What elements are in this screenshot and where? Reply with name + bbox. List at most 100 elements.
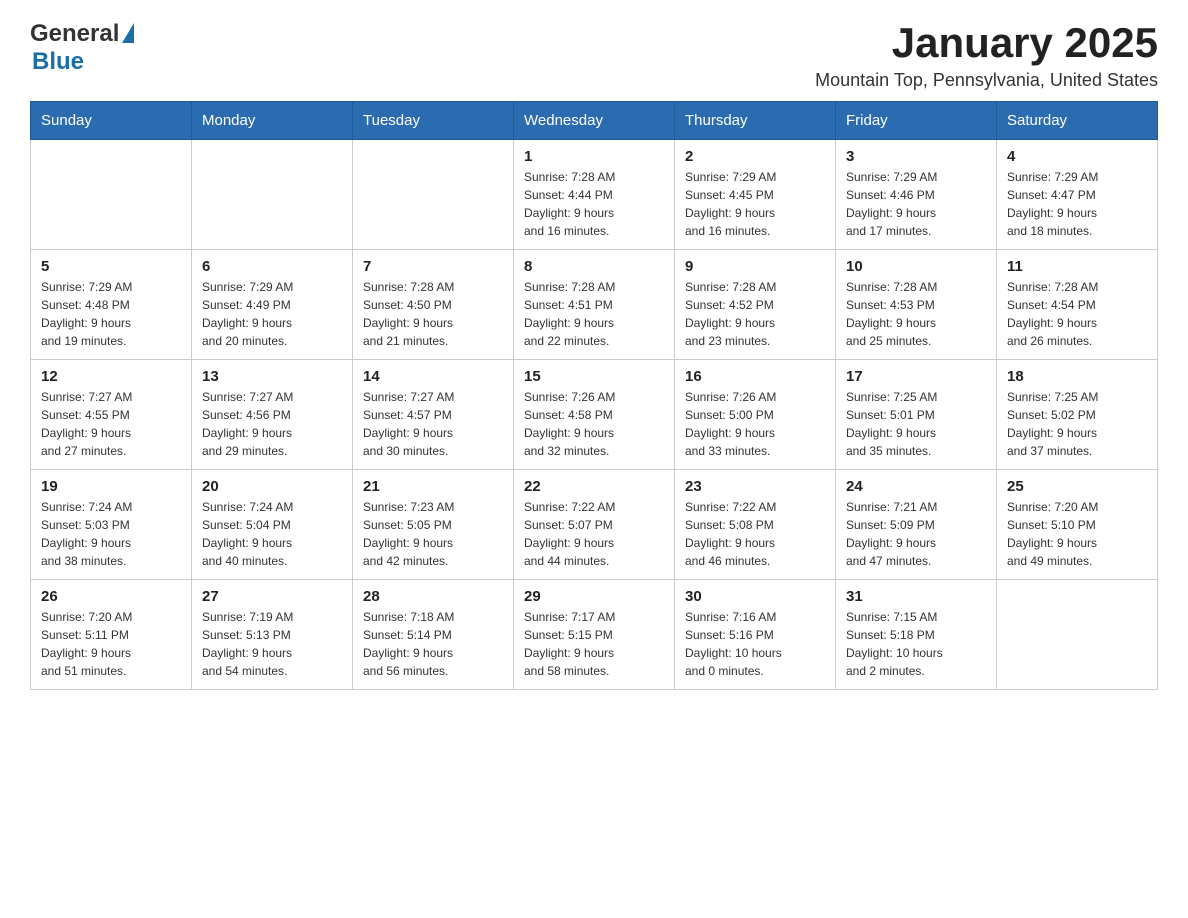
calendar-subtitle: Mountain Top, Pennsylvania, United State… xyxy=(815,70,1158,91)
day-info: Sunrise: 7:28 AM Sunset: 4:54 PM Dayligh… xyxy=(1007,278,1147,350)
logo-triangle-icon xyxy=(122,23,134,43)
day-number: 12 xyxy=(41,368,181,385)
day-cell: 3 Sunrise: 7:29 AM Sunset: 4:46 PM Daylig… xyxy=(836,140,997,250)
header-right: January 2025 Mountain Top, Pennsylvania,… xyxy=(815,20,1158,91)
day-cell: 22Sunrise: 7:22 AM Sunset: 5:07 PM Dayli… xyxy=(514,470,675,580)
day-number: 13 xyxy=(202,368,342,385)
day-info: Sunrise: 7:26 AM Sunset: 4:58 PM Dayligh… xyxy=(524,388,664,460)
day-cell xyxy=(192,140,353,250)
day-number: 21 xyxy=(363,478,503,495)
day-info: Sunrise: 7:28 AM Sunset: 4:53 PM Dayligh… xyxy=(846,278,986,350)
day-cell: 7 Sunrise: 7:28 AM Sunset: 4:50 PM Daylig… xyxy=(353,250,514,360)
day-number: 18 xyxy=(1007,368,1147,385)
day-cell: 4Sunrise: 7:29 AM Sunset: 4:47 PM Daylig… xyxy=(997,140,1158,250)
day-cell xyxy=(31,140,192,250)
day-info: Sunrise: 7:28 AM Sunset: 4:44 PM Dayligh… xyxy=(524,168,664,240)
day-info: Sunrise: 7:26 AM Sunset: 5:00 PM Dayligh… xyxy=(685,388,825,460)
day-info: Sunrise: 7:24 AM Sunset: 5:04 PM Dayligh… xyxy=(202,498,342,570)
day-cell: 31 Sunrise: 7:15 AM Sunset: 5:18 PM Dayli… xyxy=(836,580,997,690)
day-cell: 14 Sunrise: 7:27 AM Sunset: 4:57 PM Dayli… xyxy=(353,360,514,470)
day-cell: 5Sunrise: 7:29 AM Sunset: 4:48 PM Daylig… xyxy=(31,250,192,360)
day-cell: 19 Sunrise: 7:24 AM Sunset: 5:03 PM Dayli… xyxy=(31,470,192,580)
week-row-2: 5Sunrise: 7:29 AM Sunset: 4:48 PM Daylig… xyxy=(31,250,1158,360)
day-number: 25 xyxy=(1007,478,1147,495)
day-cell: 15 Sunrise: 7:26 AM Sunset: 4:58 PM Dayli… xyxy=(514,360,675,470)
week-row-1: 1 Sunrise: 7:28 AM Sunset: 4:44 PM Daylig… xyxy=(31,140,1158,250)
week-row-5: 26 Sunrise: 7:20 AM Sunset: 5:11 PM Dayli… xyxy=(31,580,1158,690)
day-info: Sunrise: 7:20 AM Sunset: 5:11 PM Dayligh… xyxy=(41,608,181,680)
day-info: Sunrise: 7:29 AM Sunset: 4:49 PM Dayligh… xyxy=(202,278,342,350)
day-cell xyxy=(353,140,514,250)
day-cell: 20 Sunrise: 7:24 AM Sunset: 5:04 PM Dayli… xyxy=(192,470,353,580)
day-info: Sunrise: 7:29 AM Sunset: 4:48 PM Dayligh… xyxy=(41,278,181,350)
day-info: Sunrise: 7:28 AM Sunset: 4:51 PM Dayligh… xyxy=(524,278,664,350)
day-number: 6 xyxy=(202,258,342,275)
day-cell: 6 Sunrise: 7:29 AM Sunset: 4:49 PM Daylig… xyxy=(192,250,353,360)
calendar-header: SundayMondayTuesdayWednesdayThursdayFrid… xyxy=(31,102,1158,140)
day-number: 30 xyxy=(685,588,825,605)
day-number: 1 xyxy=(524,148,664,165)
day-number: 3 xyxy=(846,148,986,165)
week-row-4: 19 Sunrise: 7:24 AM Sunset: 5:03 PM Dayli… xyxy=(31,470,1158,580)
day-info: Sunrise: 7:25 AM Sunset: 5:01 PM Dayligh… xyxy=(846,388,986,460)
day-info: Sunrise: 7:22 AM Sunset: 5:08 PM Dayligh… xyxy=(685,498,825,570)
day-cell: 25 Sunrise: 7:20 AM Sunset: 5:10 PM Dayli… xyxy=(997,470,1158,580)
day-number: 15 xyxy=(524,368,664,385)
week-row-3: 12 Sunrise: 7:27 AM Sunset: 4:55 PM Dayli… xyxy=(31,360,1158,470)
day-cell: 30 Sunrise: 7:16 AM Sunset: 5:16 PM Dayli… xyxy=(675,580,836,690)
day-number: 26 xyxy=(41,588,181,605)
day-info: Sunrise: 7:20 AM Sunset: 5:10 PM Dayligh… xyxy=(1007,498,1147,570)
day-cell: 10 Sunrise: 7:28 AM Sunset: 4:53 PM Dayli… xyxy=(836,250,997,360)
day-cell xyxy=(997,580,1158,690)
day-cell: 8 Sunrise: 7:28 AM Sunset: 4:51 PM Daylig… xyxy=(514,250,675,360)
day-cell: 16 Sunrise: 7:26 AM Sunset: 5:00 PM Dayli… xyxy=(675,360,836,470)
day-number: 19 xyxy=(41,478,181,495)
header-cell-sunday: Sunday xyxy=(31,102,192,140)
header-cell-monday: Monday xyxy=(192,102,353,140)
day-info: Sunrise: 7:24 AM Sunset: 5:03 PM Dayligh… xyxy=(41,498,181,570)
day-info: Sunrise: 7:27 AM Sunset: 4:57 PM Dayligh… xyxy=(363,388,503,460)
day-number: 8 xyxy=(524,258,664,275)
day-number: 2 xyxy=(685,148,825,165)
day-info: Sunrise: 7:29 AM Sunset: 4:47 PM Dayligh… xyxy=(1007,168,1147,240)
day-cell: 21Sunrise: 7:23 AM Sunset: 5:05 PM Dayli… xyxy=(353,470,514,580)
day-number: 14 xyxy=(363,368,503,385)
day-cell: 23 Sunrise: 7:22 AM Sunset: 5:08 PM Dayli… xyxy=(675,470,836,580)
day-number: 27 xyxy=(202,588,342,605)
day-cell: 9Sunrise: 7:28 AM Sunset: 4:52 PM Daylig… xyxy=(675,250,836,360)
day-info: Sunrise: 7:16 AM Sunset: 5:16 PM Dayligh… xyxy=(685,608,825,680)
day-number: 10 xyxy=(846,258,986,275)
header-cell-saturday: Saturday xyxy=(997,102,1158,140)
day-info: Sunrise: 7:28 AM Sunset: 4:52 PM Dayligh… xyxy=(685,278,825,350)
day-info: Sunrise: 7:21 AM Sunset: 5:09 PM Dayligh… xyxy=(846,498,986,570)
day-cell: 1 Sunrise: 7:28 AM Sunset: 4:44 PM Daylig… xyxy=(514,140,675,250)
header-cell-tuesday: Tuesday xyxy=(353,102,514,140)
header-row: SundayMondayTuesdayWednesdayThursdayFrid… xyxy=(31,102,1158,140)
header-cell-friday: Friday xyxy=(836,102,997,140)
calendar-body: 1 Sunrise: 7:28 AM Sunset: 4:44 PM Daylig… xyxy=(31,140,1158,690)
day-number: 29 xyxy=(524,588,664,605)
day-info: Sunrise: 7:22 AM Sunset: 5:07 PM Dayligh… xyxy=(524,498,664,570)
day-cell: 11 Sunrise: 7:28 AM Sunset: 4:54 PM Dayli… xyxy=(997,250,1158,360)
day-number: 7 xyxy=(363,258,503,275)
day-number: 11 xyxy=(1007,258,1147,275)
day-info: Sunrise: 7:28 AM Sunset: 4:50 PM Dayligh… xyxy=(363,278,503,350)
day-number: 24 xyxy=(846,478,986,495)
day-cell: 27Sunrise: 7:19 AM Sunset: 5:13 PM Dayli… xyxy=(192,580,353,690)
day-number: 23 xyxy=(685,478,825,495)
day-cell: 29Sunrise: 7:17 AM Sunset: 5:15 PM Dayli… xyxy=(514,580,675,690)
day-info: Sunrise: 7:29 AM Sunset: 4:46 PM Dayligh… xyxy=(846,168,986,240)
day-cell: 28Sunrise: 7:18 AM Sunset: 5:14 PM Dayli… xyxy=(353,580,514,690)
page-header: General Blue January 2025 Mountain Top, … xyxy=(30,20,1158,91)
day-info: Sunrise: 7:27 AM Sunset: 4:56 PM Dayligh… xyxy=(202,388,342,460)
day-info: Sunrise: 7:27 AM Sunset: 4:55 PM Dayligh… xyxy=(41,388,181,460)
day-number: 20 xyxy=(202,478,342,495)
day-info: Sunrise: 7:15 AM Sunset: 5:18 PM Dayligh… xyxy=(846,608,986,680)
day-cell: 13 Sunrise: 7:27 AM Sunset: 4:56 PM Dayli… xyxy=(192,360,353,470)
day-info: Sunrise: 7:29 AM Sunset: 4:45 PM Dayligh… xyxy=(685,168,825,240)
day-number: 16 xyxy=(685,368,825,385)
day-info: Sunrise: 7:25 AM Sunset: 5:02 PM Dayligh… xyxy=(1007,388,1147,460)
calendar-title: January 2025 xyxy=(815,20,1158,66)
day-number: 31 xyxy=(846,588,986,605)
logo: General Blue xyxy=(30,20,134,76)
